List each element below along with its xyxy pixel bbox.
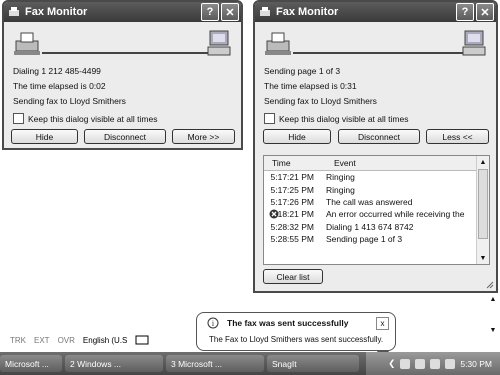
task-button-windows[interactable]: 2 Windows ... xyxy=(65,355,163,372)
keep-visible-label: Keep this dialog visible at all times xyxy=(28,113,158,124)
tray-expand-icon[interactable]: ❮ xyxy=(388,358,395,369)
task-label: 2 Windows ... xyxy=(70,358,122,369)
fax-monitor-window-expanded: Fax Monitor ? ✕ Sending page 1 of 3 The … xyxy=(253,0,498,293)
log-time: 5:17:25 PM xyxy=(270,184,314,195)
scroll-down-arrow-icon[interactable]: ▼ xyxy=(477,252,489,264)
scroll-up-arrow-icon[interactable]: ▲ xyxy=(477,156,489,168)
clear-list-button[interactable]: Clear list xyxy=(263,269,323,284)
task-label: Microsoft ... xyxy=(5,358,49,369)
column-header-time[interactable]: Time xyxy=(264,158,326,168)
scroll-up-icon[interactable]: ▲ xyxy=(490,296,497,303)
task-label: SnagIt xyxy=(272,358,297,369)
hide-button[interactable]: Hide xyxy=(263,129,331,144)
log-event: Dialing 1 413 674 8742 xyxy=(326,221,414,232)
fax-tray-icon[interactable] xyxy=(400,358,411,369)
taskbar: Microsoft ... 2 Windows ... 3 Microsoft … xyxy=(0,352,500,375)
log-time: 5:28:32 PM xyxy=(270,221,314,232)
log-event: Sending page 1 of 3 xyxy=(326,234,403,245)
task-button-microsoft[interactable]: Microsoft ... xyxy=(0,355,62,372)
close-button[interactable]: ✕ xyxy=(476,3,494,21)
langbar-item-ext: EXT xyxy=(34,335,50,345)
log-header: Time Event xyxy=(264,156,489,171)
task-button-snagit[interactable]: SnagIt xyxy=(267,355,359,372)
disconnect-button[interactable]: Disconnect xyxy=(338,129,420,144)
log-time: 5:17:26 PM xyxy=(270,196,314,207)
checkbox-box[interactable] xyxy=(13,113,24,124)
balloon-title: The fax was sent successfully xyxy=(227,318,349,328)
help-button[interactable]: ? xyxy=(456,3,474,21)
fax-transmission-graphic xyxy=(265,30,486,56)
log-event: The call was answered xyxy=(326,196,413,207)
fax-monitor-window-compact: Fax Monitor ? ✕ Dialing 1 212 485-4499 T… xyxy=(2,0,243,150)
log-row[interactable]: 5:17:26 PM The call was answered xyxy=(264,196,489,208)
window-title: Fax Monitor xyxy=(276,6,339,18)
balloon-message: The Fax to Lloyd Smithers was sent succe… xyxy=(209,335,384,344)
langbar-item-trk: TRK xyxy=(10,335,26,345)
scroll-thumb[interactable] xyxy=(478,169,488,239)
computer-icon xyxy=(462,30,486,56)
status-line-3: Sending fax to Lloyd Smithers xyxy=(264,96,377,106)
title-bar[interactable]: Fax Monitor ? ✕ xyxy=(255,2,496,22)
clock[interactable]: 5:30 PM xyxy=(460,359,492,369)
resize-grip-icon[interactable] xyxy=(486,281,494,289)
network-tray-icon[interactable] xyxy=(415,358,426,369)
status-line-2: The time elapsed is 0:31 xyxy=(264,81,357,91)
log-row[interactable]: 5:17:21 PM Ringing xyxy=(264,171,489,183)
status-line-2: The time elapsed is 0:02 xyxy=(13,81,106,91)
event-log-list[interactable]: Time Event 5:17:21 PM Ringing 5:17:25 PM Ri… xyxy=(263,155,490,265)
title-bar[interactable]: Fax Monitor ? ✕ xyxy=(4,2,241,22)
log-event: Ringing xyxy=(326,172,355,183)
log-time: 5:17:21 PM xyxy=(270,172,314,183)
scroll-down-icon[interactable]: ▼ xyxy=(490,327,497,334)
log-row[interactable]: 5:28:32 PM Dialing 1 413 674 8742 xyxy=(264,221,489,233)
info-icon: i xyxy=(207,317,219,329)
status-line-1: Sending page 1 of 3 xyxy=(264,66,341,76)
task-button-microsoft-group[interactable]: 3 Microsoft ... xyxy=(166,355,264,372)
fax-app-icon xyxy=(260,7,270,16)
fax-app-icon xyxy=(9,7,19,16)
log-time: 5:28:55 PM xyxy=(270,234,314,245)
keep-visible-checkbox[interactable]: Keep this dialog visible at all times xyxy=(264,113,408,124)
langbar-item-ovr: OVR xyxy=(57,335,75,345)
language-bar: TRK EXT OVR English (U.S xyxy=(0,334,210,346)
close-button[interactable]: ✕ xyxy=(221,3,239,21)
help-button[interactable]: ? xyxy=(201,3,219,21)
less-button[interactable]: Less << xyxy=(426,129,489,144)
desktop-scroll-arrows: ▲ ▼ xyxy=(487,296,499,334)
fax-transmission-graphic xyxy=(14,30,231,56)
security-tray-icon[interactable] xyxy=(445,358,456,369)
log-rows: 5:17:21 PM Ringing 5:17:25 PM Ringing 5:17:2… xyxy=(264,171,489,245)
error-icon xyxy=(269,209,279,219)
task-label: 3 Microsoft ... xyxy=(171,358,223,369)
fax-machine-icon xyxy=(265,32,291,55)
log-row[interactable]: 5:17:25 PM Ringing xyxy=(264,183,489,195)
system-tray: ❮ 5:30 PM xyxy=(366,352,500,375)
disconnect-button[interactable]: Disconnect xyxy=(84,129,166,144)
checkbox-box[interactable] xyxy=(264,113,275,124)
fax-machine-icon xyxy=(14,32,40,55)
log-row[interactable]: 5:18:21 PM An error occurred while receiv… xyxy=(264,208,489,220)
balloon-close-icon[interactable]: x xyxy=(376,317,389,330)
notification-balloon: i The fax was sent successfully x The Fa… xyxy=(196,312,396,361)
language-indicator[interactable]: English (U.S xyxy=(83,336,127,345)
log-event: An error occurred while receiving the xyxy=(326,209,465,220)
status-line-3: Sending fax to Lloyd Smithers xyxy=(13,96,126,106)
computer-icon xyxy=(207,30,231,56)
keyboard-icon[interactable] xyxy=(135,335,149,345)
hide-button[interactable]: Hide xyxy=(11,129,78,144)
volume-tray-icon[interactable] xyxy=(430,358,441,369)
more-button[interactable]: More >> xyxy=(172,129,235,144)
keep-visible-checkbox[interactable]: Keep this dialog visible at all times xyxy=(13,113,157,124)
keep-visible-label: Keep this dialog visible at all times xyxy=(279,113,409,124)
column-header-event[interactable]: Event xyxy=(326,158,356,168)
status-line-1: Dialing 1 212 485-4499 xyxy=(13,66,101,76)
window-title: Fax Monitor xyxy=(25,6,88,18)
log-event: Ringing xyxy=(326,184,355,195)
log-row[interactable]: 5:28:55 PM Sending page 1 of 3 xyxy=(264,233,489,245)
log-scrollbar[interactable]: ▲ ▼ xyxy=(476,156,489,264)
